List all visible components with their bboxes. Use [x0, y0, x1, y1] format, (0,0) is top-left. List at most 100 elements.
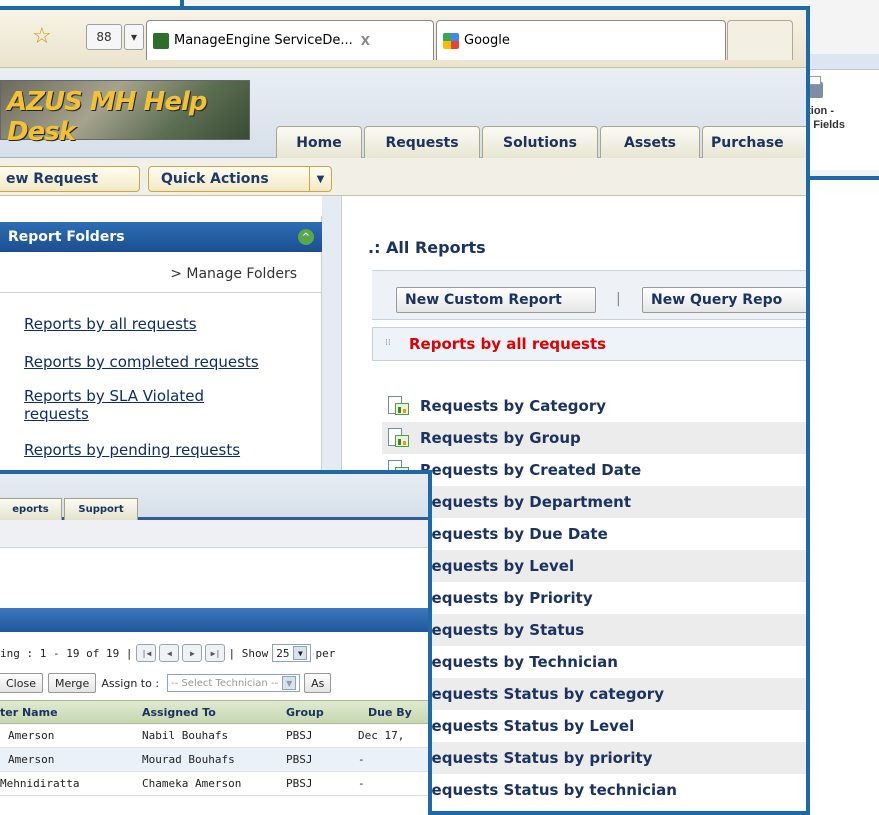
report-link[interactable]: Requests by Group — [420, 429, 581, 447]
folder-link-all-requests[interactable]: Reports by all requests — [24, 315, 197, 333]
technician-select-placeholder: -- Select Technician -- — [171, 677, 279, 689]
folder-link-completed-requests[interactable]: Reports by completed requests — [24, 353, 259, 371]
page-size-value: 25 — [276, 646, 290, 660]
drag-grip-icon[interactable]: ⁞⁞ — [385, 338, 391, 348]
folder-link-pending-requests[interactable]: Reports by pending requests — [24, 441, 240, 459]
divider — [0, 292, 322, 293]
cell-assigned-to: Nabil Bouhafs — [142, 729, 229, 742]
new-request-button[interactable]: ew Request — [0, 166, 140, 192]
report-folders-title: Report Folders — [8, 229, 125, 245]
browser-tab-manageengine[interactable]: ManageEngine ServiceDe... X — [146, 20, 434, 60]
report-row[interactable]: Requests by Created Date — [382, 454, 806, 486]
first-page-icon[interactable]: |◀ — [136, 644, 157, 662]
nav-tab-requests[interactable]: Requests — [364, 126, 480, 158]
report-row[interactable]: Requests by Department — [382, 486, 806, 518]
page-size-select[interactable]: 25 ▼ — [272, 644, 312, 662]
report-folders-panel: Report Folders ^ > Manage Folders Report… — [0, 216, 322, 476]
cell-group: PBSJ — [286, 777, 313, 790]
report-row[interactable]: Requests by Priority — [382, 582, 806, 614]
tab-support[interactable]: Support — [64, 498, 138, 520]
new-custom-report-button[interactable]: New Custom Report — [396, 287, 596, 313]
nav-tab-purchase[interactable]: Purchase — [702, 126, 806, 158]
technician-select[interactable]: -- Select Technician -- ▼ — [167, 674, 301, 692]
report-link[interactable]: Requests by Level — [420, 557, 574, 575]
column-header-group[interactable]: Group — [286, 706, 324, 719]
report-row[interactable]: Requests Status by category — [382, 678, 806, 710]
report-row[interactable]: Requests by Due Date — [382, 518, 806, 550]
page-title: .: All Reports — [368, 238, 486, 257]
column-header-due-by[interactable]: Due By — [368, 706, 412, 719]
report-link[interactable]: Requests Status by priority — [420, 749, 652, 767]
cell-due-by: - — [358, 777, 365, 790]
nav-tab-solutions[interactable]: Solutions — [482, 126, 598, 158]
report-row[interactable]: Requests by Status — [382, 614, 806, 646]
folder-link-sla-violated[interactable]: Reports by SLA Violated — [24, 387, 204, 405]
table-row[interactable]: Amerson Mourad Bouhafs PBSJ - — [0, 748, 428, 772]
report-row[interactable]: Requests by Technician — [382, 646, 806, 678]
toolbar-label-line2: al Fields — [801, 119, 846, 131]
toolbar-label-line1: ation - — [801, 105, 834, 117]
nav-tab-assets[interactable]: Assets — [600, 126, 700, 158]
tab-close-icon[interactable]: X — [361, 34, 370, 48]
report-link[interactable]: Requests Status by technician — [420, 781, 677, 799]
cell-requester: Amerson — [8, 729, 55, 742]
favorites-star-icon[interactable]: ☆ — [32, 24, 52, 49]
report-row[interactable]: Requests by Level — [382, 550, 806, 582]
next-page-icon[interactable]: ▶ — [182, 644, 203, 662]
cell-group: PBSJ — [286, 753, 313, 766]
action-bar: ew Request Quick Actions ▼ — [0, 158, 806, 196]
logo-text-a: AZUS — [7, 87, 83, 117]
close-request-button[interactable]: Close — [0, 673, 43, 693]
assign-button[interactable]: As — [304, 673, 332, 693]
requests-window: eports Support ing : 1 - 19 of 19 | |◀ ◀… — [0, 470, 432, 815]
table-row[interactable]: Mehnidiratta Chameka Amerson PBSJ - — [0, 772, 428, 796]
collapse-icon[interactable]: ^ — [298, 229, 314, 245]
tab-title: Google — [464, 33, 510, 48]
report-link[interactable]: Requests by Category — [420, 397, 606, 415]
report-row[interactable]: Requests by Group — [382, 422, 806, 454]
new-tab-button[interactable] — [727, 20, 793, 60]
pagination-bar: ing : 1 - 19 of 19 | |◀ ◀ ▶ ▶| | Show 25… — [0, 640, 428, 666]
report-row[interactable]: Requests Status by technician — [382, 774, 806, 806]
report-link[interactable]: Requests by Created Date — [420, 461, 641, 479]
manage-folders-link[interactable]: > Manage Folders — [170, 266, 297, 282]
show-label: | Show — [228, 646, 269, 660]
tab-list-dropdown[interactable]: ▾ — [124, 24, 144, 50]
column-header-requester[interactable]: ter Name — [0, 706, 58, 719]
report-link[interactable]: Requests by Status — [420, 621, 584, 639]
report-row[interactable]: Requests Status by Level — [382, 710, 806, 742]
manageengine-favicon-icon — [153, 32, 169, 49]
new-query-report-button[interactable]: New Query Repo — [642, 287, 806, 313]
helpdesk-logo[interactable]: AZUS MH Help Desk — [0, 80, 250, 147]
cell-requester: Amerson — [8, 753, 55, 766]
browser-tab-google[interactable]: Google — [436, 20, 726, 60]
cell-due-by: Dec 17, — [358, 729, 405, 742]
report-link[interactable]: Requests Status by Level — [420, 717, 634, 735]
chevron-down-icon[interactable]: ▼ — [282, 676, 297, 690]
section-header[interactable]: ⁞⁞ Reports by all requests — [372, 327, 806, 361]
nav-tab-home[interactable]: Home — [276, 126, 362, 158]
report-link[interactable]: Requests Status by category — [420, 685, 664, 703]
quick-actions-button[interactable]: Quick Actions ▼ — [148, 166, 332, 192]
table-row[interactable]: Amerson Nabil Bouhafs PBSJ Dec 17, — [0, 724, 428, 748]
report-chart-icon — [388, 428, 410, 448]
last-page-icon[interactable]: ▶| — [205, 644, 226, 662]
report-row[interactable]: Requests by Category — [382, 390, 806, 422]
pagination-text: ing : 1 - 19 of 19 | — [0, 646, 133, 660]
folder-link-sla-violated-line2[interactable]: requests — [24, 405, 89, 423]
column-header-assigned-to[interactable]: Assigned To — [142, 706, 216, 719]
cell-group: PBSJ — [286, 729, 313, 742]
report-link[interactable]: Requests by Priority — [420, 589, 593, 607]
report-link[interactable]: Requests by Department — [420, 493, 631, 511]
report-link[interactable]: Requests by Due Date — [420, 525, 608, 543]
quick-actions-label: Quick Actions — [161, 171, 269, 187]
report-link[interactable]: Requests by Technician — [420, 653, 618, 671]
chevron-down-icon[interactable]: ▼ — [293, 646, 308, 660]
merge-button[interactable]: Merge — [47, 673, 97, 693]
report-row[interactable]: Requests Status by priority — [382, 742, 806, 774]
tab-grid-button[interactable]: 88 — [86, 24, 122, 50]
tab-reports[interactable]: eports — [0, 498, 62, 520]
chevron-down-icon[interactable]: ▼ — [309, 167, 331, 191]
prev-page-icon[interactable]: ◀ — [159, 644, 180, 662]
requests-window-tabs: eports Support — [0, 474, 428, 520]
